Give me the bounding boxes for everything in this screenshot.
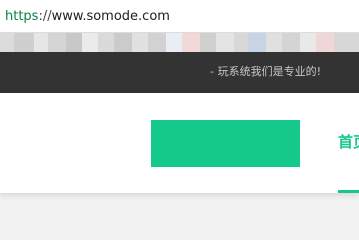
- url-text[interactable]: https://www.somode.com: [5, 8, 170, 25]
- blurred-bookmark: [166, 33, 182, 52]
- blurred-bookmark: [316, 33, 334, 52]
- url-host: www.somode.com: [51, 9, 170, 24]
- url-separator: ://: [38, 9, 52, 24]
- blurred-bookmark: [98, 33, 114, 52]
- site-header: 首页: [0, 93, 359, 193]
- site-slogan: - 玩系统我们是专业的!: [210, 65, 321, 78]
- blurred-bookmark: [132, 33, 148, 52]
- nav-item-home[interactable]: 首页: [338, 133, 359, 151]
- blurred-bookmark: [266, 33, 282, 52]
- site-top-bar: - 玩系统我们是专业的!: [0, 52, 359, 93]
- blurred-bookmark: [282, 33, 300, 52]
- blurred-bookmark: [334, 33, 359, 52]
- blurred-bookmark: [148, 33, 166, 52]
- blurred-bookmark: [234, 33, 248, 52]
- blurred-bookmark: [82, 33, 98, 52]
- url-scheme: https: [5, 9, 39, 24]
- bookmarks-bar: [0, 33, 359, 52]
- site-logo[interactable]: [151, 120, 300, 167]
- blurred-bookmark: [182, 33, 200, 52]
- blurred-bookmark: [0, 33, 14, 52]
- blurred-bookmark: [48, 33, 66, 52]
- blurred-bookmark: [200, 33, 216, 52]
- blurred-bookmark: [14, 33, 34, 52]
- address-bar[interactable]: https://www.somode.com: [0, 0, 359, 33]
- blurred-bookmark: [66, 33, 82, 52]
- nav-active-indicator: [338, 190, 359, 193]
- blurred-bookmark: [300, 33, 316, 52]
- blurred-bookmark: [248, 33, 266, 52]
- blurred-bookmark: [216, 33, 234, 52]
- blurred-bookmark: [34, 33, 48, 52]
- blurred-bookmark: [114, 33, 132, 52]
